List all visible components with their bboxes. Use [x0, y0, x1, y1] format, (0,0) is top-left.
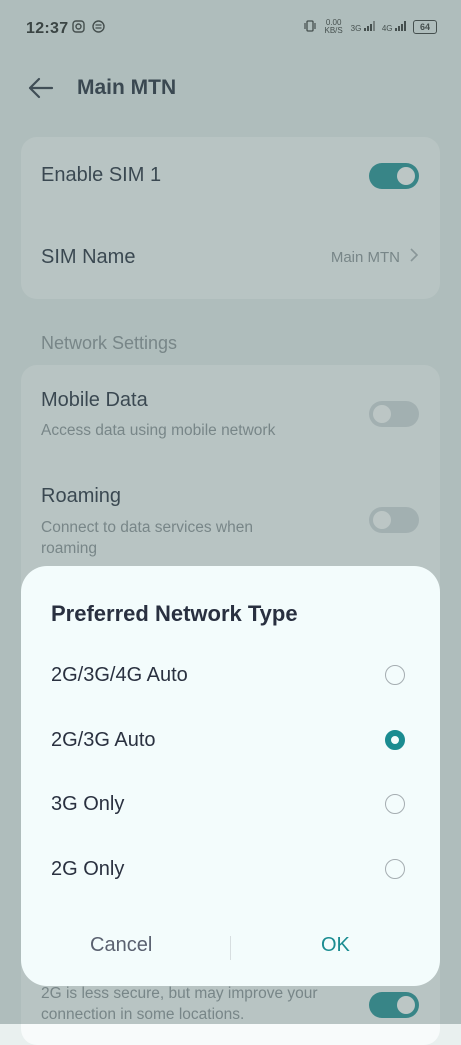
ok-button[interactable]: OK — [321, 934, 350, 957]
preferred-network-dialog: Preferred Network Type 2G/3G/4G Auto 2G/… — [21, 566, 440, 986]
button-divider — [230, 936, 231, 960]
dialog-title: Preferred Network Type — [51, 601, 298, 626]
option-3g-only[interactable]: 3G Only — [21, 775, 440, 835]
radio-unselected-icon[interactable] — [385, 794, 405, 814]
radio-unselected-icon[interactable] — [385, 665, 405, 685]
radio-selected-icon[interactable] — [385, 730, 405, 750]
option-2g3g-auto[interactable]: 2G/3G Auto — [21, 711, 440, 771]
option-label: 3G Only — [51, 793, 125, 815]
option-label: 2G Only — [51, 858, 125, 880]
cancel-button[interactable]: Cancel — [90, 934, 152, 957]
option-2g3g4g-auto[interactable]: 2G/3G/4G Auto — [21, 646, 440, 706]
option-label: 2G/3G/4G Auto — [51, 664, 188, 686]
option-label: 2G/3G Auto — [51, 729, 156, 751]
option-2g-only[interactable]: 2G Only — [21, 840, 440, 900]
dialog-buttons: Cancel OK — [21, 928, 440, 968]
radio-unselected-icon[interactable] — [385, 859, 405, 879]
